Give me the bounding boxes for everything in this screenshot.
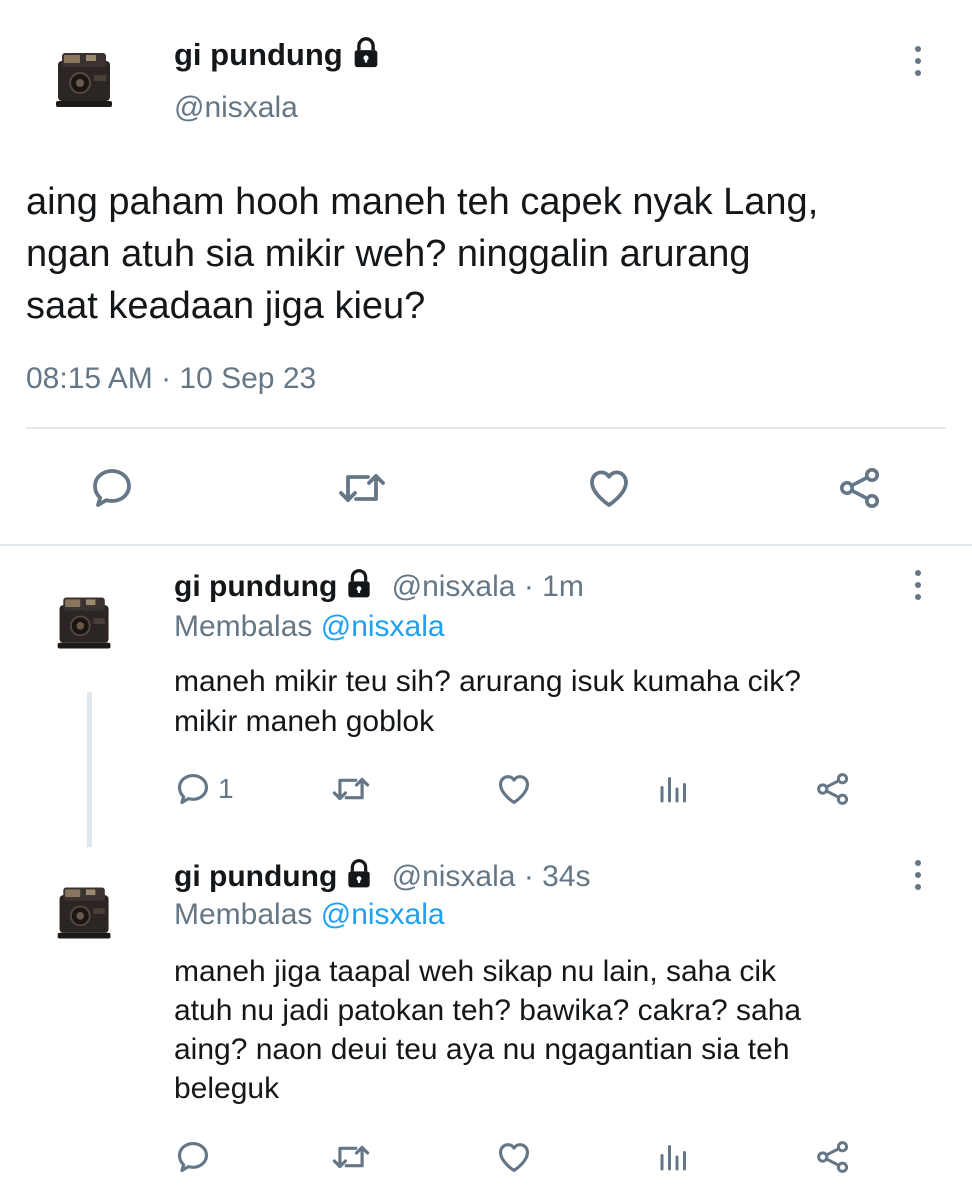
share-icon[interactable]: [814, 770, 852, 808]
reply-time: · 34s: [523, 859, 591, 893]
reply-text-line: mikir maneh goblok: [174, 705, 435, 738]
user-handle[interactable]: @nisxala: [392, 860, 516, 893]
reply-button[interactable]: 1: [174, 770, 234, 808]
section-divider: [0, 544, 972, 546]
replying-to: Membalas @nisxala: [174, 610, 445, 644]
retweet-icon[interactable]: [336, 464, 388, 512]
replying-label: Membalas: [174, 898, 313, 931]
more-options-icon[interactable]: [908, 570, 928, 600]
user-handle[interactable]: @nisxala: [174, 91, 298, 125]
reply-text-line: aing? naon deui teu aya nu ngagantian si…: [174, 1033, 790, 1066]
lock-icon: [343, 858, 375, 898]
analytics-icon[interactable]: [656, 770, 692, 808]
display-name-text: gi pundung: [174, 37, 343, 73]
reply-count: 1: [218, 773, 234, 804]
like-icon[interactable]: [494, 1138, 534, 1176]
share-icon[interactable]: [814, 1138, 852, 1176]
tweet-text: aing paham hooh maneh teh capek nyak Lan…: [26, 176, 956, 332]
replying-to: Membalas @nisxala: [174, 898, 445, 932]
reply-text: maneh jiga taapal weh sikap nu lain, sah…: [174, 952, 944, 1108]
more-options-icon[interactable]: [908, 860, 928, 890]
retweet-icon[interactable]: [330, 770, 372, 808]
like-icon[interactable]: [584, 464, 634, 512]
reply-header: gi pundung @nisxala · 1m: [174, 568, 584, 608]
reply-text-line: maneh mikir teu sih? arurang isuk kumaha…: [174, 665, 801, 698]
analytics-icon[interactable]: [656, 1138, 692, 1176]
reply-icon[interactable]: [88, 464, 136, 512]
reply-text: maneh mikir teu sih? arurang isuk kumaha…: [174, 662, 944, 742]
mention-link[interactable]: @nisxala: [321, 898, 445, 931]
avatar[interactable]: [50, 45, 120, 115]
replying-label: Membalas: [174, 610, 313, 643]
reply-text-line: maneh jiga taapal weh sikap nu lain, sah…: [174, 955, 777, 988]
more-options-icon[interactable]: [908, 46, 928, 76]
avatar[interactable]: [52, 880, 118, 946]
reply-header: gi pundung @nisxala · 34s: [174, 858, 591, 898]
tweet-text-line: ngan atuh sia mikir weh? ninggalin arura…: [26, 233, 751, 275]
display-name[interactable]: gi pundung: [174, 860, 337, 893]
user-handle[interactable]: @nisxala: [392, 570, 516, 603]
reply-icon[interactable]: [174, 1138, 212, 1176]
avatar[interactable]: [52, 590, 118, 656]
reply-text-line: beleguk: [174, 1072, 280, 1105]
tweet-text-line: aing paham hooh maneh teh capek nyak Lan…: [26, 181, 819, 223]
display-name[interactable]: gi pundung: [174, 36, 383, 78]
reply-time: · 1m: [523, 569, 584, 603]
mention-link[interactable]: @nisxala: [321, 610, 445, 643]
lock-icon: [349, 36, 383, 78]
divider: [26, 427, 946, 429]
retweet-icon[interactable]: [330, 1138, 372, 1176]
tweet-text-line: saat keadaan jiga kieu?: [26, 285, 426, 327]
reply-text-line: atuh nu jadi patokan teh? bawika? cakra?…: [174, 994, 802, 1027]
display-name[interactable]: gi pundung: [174, 570, 337, 603]
thread-line: [87, 692, 92, 847]
like-icon[interactable]: [494, 770, 534, 808]
tweet-timestamp[interactable]: 08:15 AM · 10 Sep 23: [26, 362, 316, 396]
lock-icon: [343, 568, 375, 608]
reply-icon: [177, 773, 209, 805]
share-icon[interactable]: [836, 464, 884, 512]
